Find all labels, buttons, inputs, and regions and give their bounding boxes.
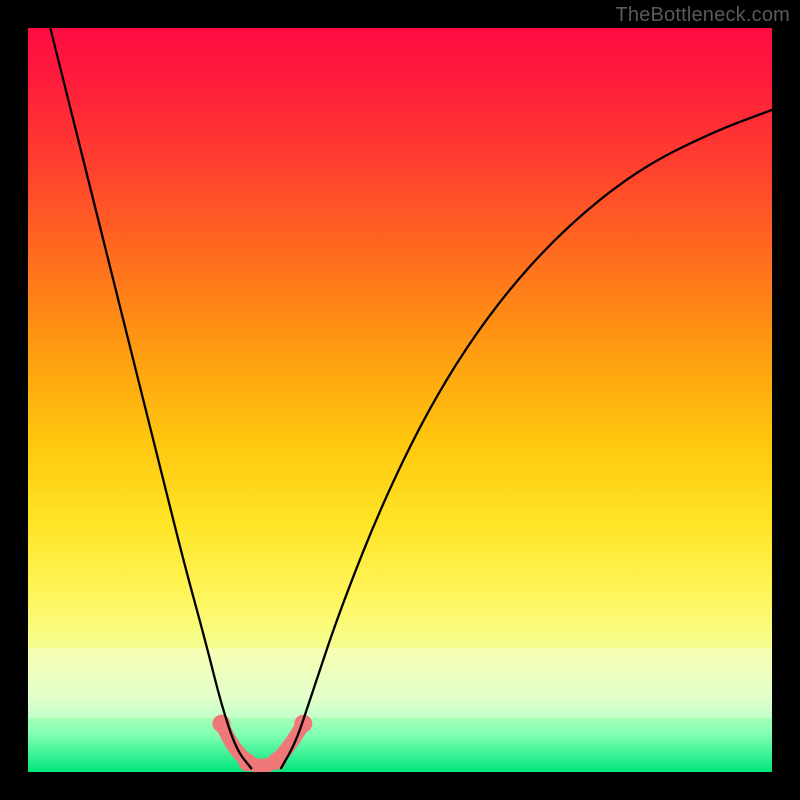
curve-right <box>281 110 772 768</box>
plot-area <box>28 28 772 772</box>
curve-layer <box>28 28 772 772</box>
chart-stage: TheBottleneck.com <box>0 0 800 800</box>
curve-left <box>50 28 251 768</box>
watermark-text: TheBottleneck.com <box>615 4 790 27</box>
marker-dot <box>268 752 286 770</box>
